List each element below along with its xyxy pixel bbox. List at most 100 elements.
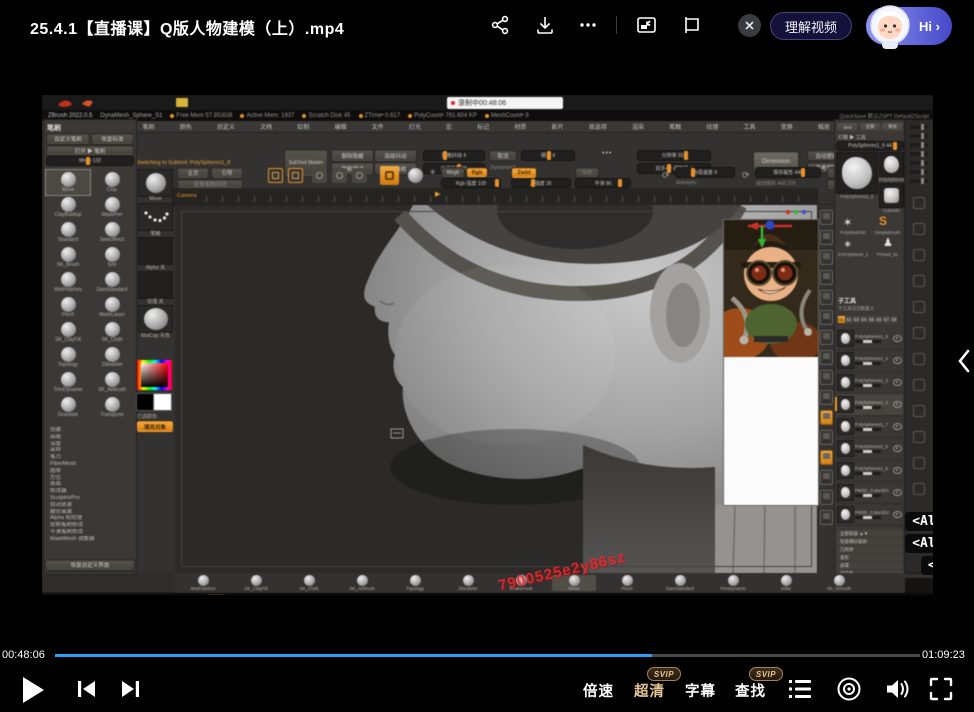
active-strip-icon bbox=[820, 450, 833, 465]
cast-button[interactable] bbox=[679, 13, 703, 37]
close-button[interactable] bbox=[738, 14, 761, 37]
palette-corner bbox=[42, 573, 175, 593]
mannequin-tool-icon: ♟ bbox=[883, 236, 893, 249]
assistant-label: Hi › bbox=[919, 19, 940, 34]
svip-badge: SVIP bbox=[749, 667, 783, 681]
zbrush-menu-item: 首选项 bbox=[589, 122, 607, 131]
speed-button[interactable]: 倍速 bbox=[583, 680, 614, 701]
folder-icon bbox=[176, 98, 188, 107]
zbrush-status-item: PolyCount• 761.604 KP bbox=[408, 113, 477, 119]
zbrush-timeline: Camera ▶ bbox=[172, 188, 818, 206]
assistant-avatar[interactable] bbox=[868, 3, 912, 49]
simplebrush-icon: S bbox=[879, 214, 887, 228]
zbrush-menubar: Alpha笔刷颜色自定义文档绘制编辑文件灯光宏标记材质影片首选项渲染笔触纹理工具… bbox=[42, 121, 933, 133]
subtool-row: PolySpheres1_6 bbox=[837, 438, 903, 460]
zbrush-menu-item: 工具 bbox=[744, 122, 756, 131]
mrgb-toggle: Mrgb bbox=[442, 168, 464, 177]
zbrush-menu-item: 变换 bbox=[781, 122, 793, 131]
subtool-list: PolySpheres1_5 PolySpheres1_4 bbox=[837, 328, 903, 526]
save-slider: 保存属性 440 bbox=[756, 168, 820, 177]
playlist-expand-arrow[interactable] bbox=[956, 348, 972, 379]
previous-button[interactable] bbox=[77, 680, 97, 703]
video-surface[interactable]: 录制中00:48:06 ZBrush 2022.0.5 DynaMesh_Sph… bbox=[42, 95, 933, 595]
shelf-brush: WetPolishes bbox=[181, 575, 225, 591]
zbrush-menu-item: 文档 bbox=[260, 122, 272, 131]
zbrush-menu-item: 笔刷 bbox=[143, 122, 155, 131]
total-time: 01:09:23 bbox=[922, 649, 965, 661]
zbrush-status-item: ZTime• 0.617 bbox=[359, 113, 401, 119]
brush-thumbnail: MaskPen bbox=[90, 195, 134, 220]
brush-thumbnail: SelectRect bbox=[90, 220, 134, 245]
subtool-title: 子工具 bbox=[838, 296, 856, 305]
quality-button[interactable]: 超清 bbox=[634, 680, 665, 701]
brush-section-item: 高级 bbox=[50, 434, 134, 441]
recording-indicator: 录制中00:48:06 bbox=[447, 97, 563, 109]
zbrush-menu-item: 文件 bbox=[372, 122, 384, 131]
zadd-toggle: Zadd bbox=[512, 168, 536, 178]
brush-sections: 创建高级深度采样笔力FiberMesh图章方位表面修改器SculptrisPro… bbox=[50, 427, 134, 543]
shelf-brush: Topology bbox=[393, 575, 437, 591]
rgb-toggle: Rgb bbox=[467, 168, 487, 177]
keystroke-overlay: <Alt>33<Alt>s3<Alt> bbox=[814, 512, 933, 575]
shelf-brush: SK_Airbrush bbox=[340, 575, 384, 591]
close-icon bbox=[744, 20, 755, 31]
brush-section-item: 融合衰减 bbox=[50, 509, 134, 516]
visibility-eye-icon bbox=[893, 423, 902, 430]
brush-panel-button: 打开 ▶ 笔刷 bbox=[47, 146, 133, 155]
sculpt-canvas bbox=[175, 205, 818, 573]
brush-section-item: 笔力 bbox=[50, 454, 134, 461]
subtitles-button[interactable]: 字幕 bbox=[685, 680, 716, 701]
svip-badge: SVIP bbox=[647, 667, 681, 681]
understand-video-button[interactable]: 理解视频 bbox=[770, 12, 852, 40]
refresh-icon: ⟳ bbox=[662, 170, 670, 181]
zbrush-menu-item: 编辑 bbox=[334, 122, 346, 131]
fill-object-button: 填充对象 bbox=[137, 421, 173, 432]
shelf-brush: DamStandard bbox=[658, 575, 702, 591]
brush-thumbnail: SK_Brush bbox=[46, 245, 90, 270]
swatch-label: 已选颜色 bbox=[137, 413, 157, 420]
record-button[interactable] bbox=[836, 676, 862, 707]
brush-thumbnail: WetPolishes bbox=[46, 270, 90, 295]
brush-section-item: 深度 bbox=[50, 441, 134, 448]
subtool-row: PM3D_Cube3D1 bbox=[837, 482, 903, 504]
zbrush-status-item: MeshCount• 9 bbox=[485, 113, 529, 119]
shelf-button: 剔除隐藏 bbox=[332, 150, 373, 161]
zbrush-menu-item: 渲染 bbox=[632, 122, 644, 131]
progress-bar[interactable] bbox=[55, 654, 920, 657]
fullscreen-button[interactable] bbox=[929, 677, 953, 706]
pip-button[interactable] bbox=[634, 13, 658, 37]
shelf-slider: 细分 4 bbox=[522, 151, 574, 160]
subtool-row: PolySpheres1_7 bbox=[837, 416, 903, 438]
reference-blank-area bbox=[724, 357, 818, 505]
visibility-eye-icon bbox=[893, 379, 902, 386]
find-button[interactable]: 查找 bbox=[735, 680, 766, 701]
picture-in-picture-icon bbox=[636, 15, 657, 35]
more-button[interactable] bbox=[576, 13, 600, 37]
download-icon bbox=[535, 15, 555, 35]
brush-section-item: 创建 bbox=[50, 427, 134, 434]
share-button[interactable] bbox=[488, 13, 512, 37]
toolbar-divider bbox=[616, 16, 617, 34]
next-button[interactable] bbox=[120, 680, 140, 703]
download-button[interactable] bbox=[533, 13, 557, 37]
brush-thumbnail: ZModeler bbox=[90, 345, 134, 370]
volume-button[interactable] bbox=[884, 676, 911, 707]
stroke-mod-icon bbox=[312, 168, 327, 183]
shelf-button: 高级抖动 bbox=[375, 150, 416, 161]
visibility-eye-icon bbox=[893, 445, 902, 452]
zbrush-menu-item: 材质 bbox=[514, 122, 526, 131]
visibility-eye-icon bbox=[893, 357, 902, 364]
autosave-label: 自动保存 440.278 bbox=[756, 180, 795, 187]
shelf-brush: ZModeler bbox=[446, 575, 490, 591]
shelf-brush: SK_ClayFill bbox=[234, 575, 278, 591]
play-button[interactable] bbox=[20, 675, 46, 710]
brush-thumbnail: Topology bbox=[46, 345, 90, 370]
zbrush-menu-item: 影片 bbox=[552, 122, 564, 131]
brush-thumbnail: SK_Airbrush bbox=[90, 370, 134, 395]
lightbox-tool-label: 灯箱 ▶ 工具 bbox=[838, 134, 866, 141]
suft-button: Suft bbox=[576, 168, 598, 177]
playlist-button[interactable] bbox=[788, 678, 812, 705]
current-time: 00:48:06 bbox=[2, 649, 45, 661]
cancel-button: 取消 bbox=[490, 151, 516, 160]
brush-thumbnail: SK_Cloth bbox=[90, 320, 134, 345]
